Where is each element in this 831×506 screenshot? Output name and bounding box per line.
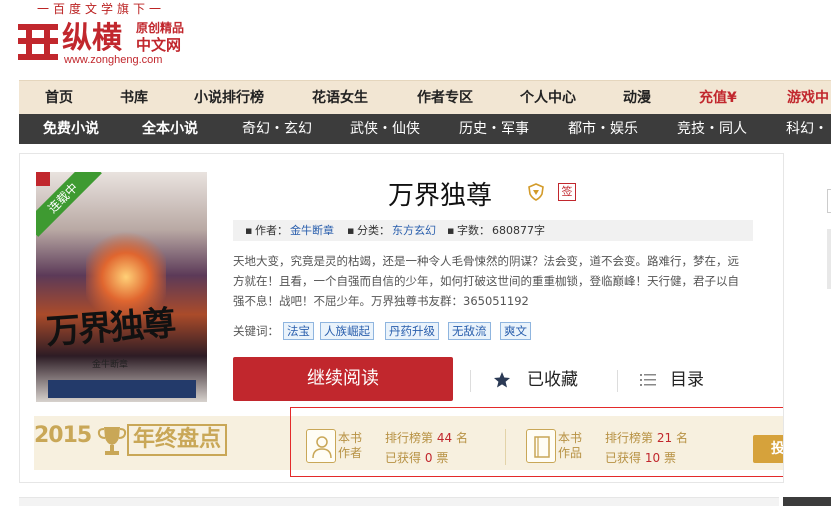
nav-authors[interactable]: 作者专区 <box>417 81 473 115</box>
nav-rankings[interactable]: 小说排行榜 <box>194 81 264 115</box>
nav-complete[interactable]: 全本小说 <box>142 114 198 144</box>
nav-anime[interactable]: 动漫 <box>623 81 651 115</box>
work-stat-label: 本书作品 <box>557 431 582 460</box>
work-rank: 21 <box>656 431 673 445</box>
author-stat-icon <box>306 429 336 463</box>
category-nav: 免费小说 全本小说 奇幻・玄幻 武侠・仙侠 历史・军事 都市・娱乐 竞技・同人 … <box>19 114 831 167</box>
award-year: 2015 <box>34 423 92 448</box>
keyword-tag[interactable]: 人族崛起 <box>320 322 374 340</box>
author-stat-label: 本书作者 <box>337 431 362 460</box>
nav-recharge[interactable]: 充值¥ <box>699 81 737 115</box>
nav-wuxia[interactable]: 武侠・仙侠 <box>350 114 420 144</box>
cover-author: 金牛断章 <box>92 360 129 370</box>
work-stat-icon <box>526 429 556 463</box>
logo-mark-icon <box>18 18 58 66</box>
site-header: 一百度文学旗下一 纵横 原创精品 中文网 www.zongheng.com <box>0 0 831 80</box>
slogan: 一百度文学旗下一 <box>37 2 166 16</box>
work-votes-line: 已获得 10 票 <box>605 451 676 465</box>
work-rank-line: 排行榜第 21 名 <box>605 431 688 445</box>
favorite-label: 已收藏 <box>527 370 578 390</box>
table-of-contents-button[interactable]: 目录 <box>640 365 704 395</box>
category-link[interactable]: 东方玄幻 <box>392 220 436 241</box>
word-count: 680877字 <box>492 224 545 237</box>
shield-icon <box>528 183 544 201</box>
author-rank-line: 排行榜第 44 名 <box>385 431 468 445</box>
author-label: 作者： <box>255 224 288 237</box>
nav-urban[interactable]: 都市・娱乐 <box>568 114 638 144</box>
keyword-tag[interactable]: 法宝 <box>283 322 314 340</box>
author-link[interactable]: 金牛断章 <box>290 220 334 241</box>
award-title: 年终盘点 <box>127 424 228 456</box>
list-icon <box>640 374 656 386</box>
keyword-tag[interactable]: 丹药升级 <box>385 322 439 340</box>
cover-title: 万界独尊 <box>45 303 176 353</box>
author-votes-line: 已获得 0 票 <box>385 451 449 465</box>
signed-badge-icon: 签 <box>558 183 576 201</box>
site-logo[interactable]: 纵横 原创精品 中文网 www.zongheng.com <box>18 18 218 70</box>
work-votes: 10 <box>644 451 661 465</box>
favorite-button[interactable]: 已收藏 <box>493 365 578 395</box>
book-icon <box>534 436 550 458</box>
nav-home[interactable]: 首页 <box>45 81 73 115</box>
main-nav: 首页 书库 小说排行榜 花语女生 作者专区 个人中心 动漫 充值¥ 游戏中 <box>19 80 831 114</box>
nav-sports[interactable]: 竞技・同人 <box>677 114 747 144</box>
bottom-section-bar <box>19 497 779 506</box>
author-votes: 0 <box>424 451 433 465</box>
words-label: 字数： <box>457 224 490 237</box>
keyword-tag[interactable]: 无敌流 <box>448 322 491 340</box>
nav-games[interactable]: 游戏中 <box>787 81 829 115</box>
toc-label: 目录 <box>670 370 704 390</box>
star-icon <box>494 372 510 388</box>
right-sidebar <box>783 153 831 483</box>
category-label: 分类： <box>357 224 390 237</box>
book-description: 天地大变，究竟是灵的枯竭，还是一种令人毛骨悚然的阴谋？法会变，道不会变。路难行，… <box>233 254 739 308</box>
keyword-tag[interactable]: 爽文 <box>500 322 531 340</box>
nav-girls[interactable]: 花语女生 <box>312 81 368 115</box>
trophy-icon <box>97 427 127 455</box>
logo-sub2-text: 中文网 <box>136 36 182 54</box>
keywords-label: 关键词： <box>233 324 279 338</box>
book-title: 万界独尊 <box>388 181 493 211</box>
logo-url-text: www.zongheng.com <box>64 54 163 66</box>
nav-fantasy[interactable]: 奇幻・玄幻 <box>242 114 312 144</box>
logo-main-text: 纵横 <box>62 21 122 56</box>
book-meta: ▪ 作者： 金牛断章 ▪ 分类： 东方玄幻 ▪ 字数： 680877字 <box>233 220 753 241</box>
bottom-right-bar <box>783 497 831 506</box>
logo-sub1-text: 原创精品 <box>136 21 185 35</box>
nav-scifi[interactable]: 科幻・灵 <box>786 114 831 167</box>
person-icon <box>312 436 332 459</box>
continue-reading-button[interactable]: 继续阅读 <box>233 357 453 401</box>
nav-user-center[interactable]: 个人中心 <box>520 81 576 115</box>
nav-library[interactable]: 书库 <box>120 81 148 115</box>
author-rank: 44 <box>436 431 453 445</box>
nav-history[interactable]: 历史・军事 <box>459 114 529 144</box>
book-cover[interactable]: 连载中 万界独尊 金牛断章 <box>36 172 207 402</box>
nav-free[interactable]: 免费小说 <box>43 114 99 144</box>
